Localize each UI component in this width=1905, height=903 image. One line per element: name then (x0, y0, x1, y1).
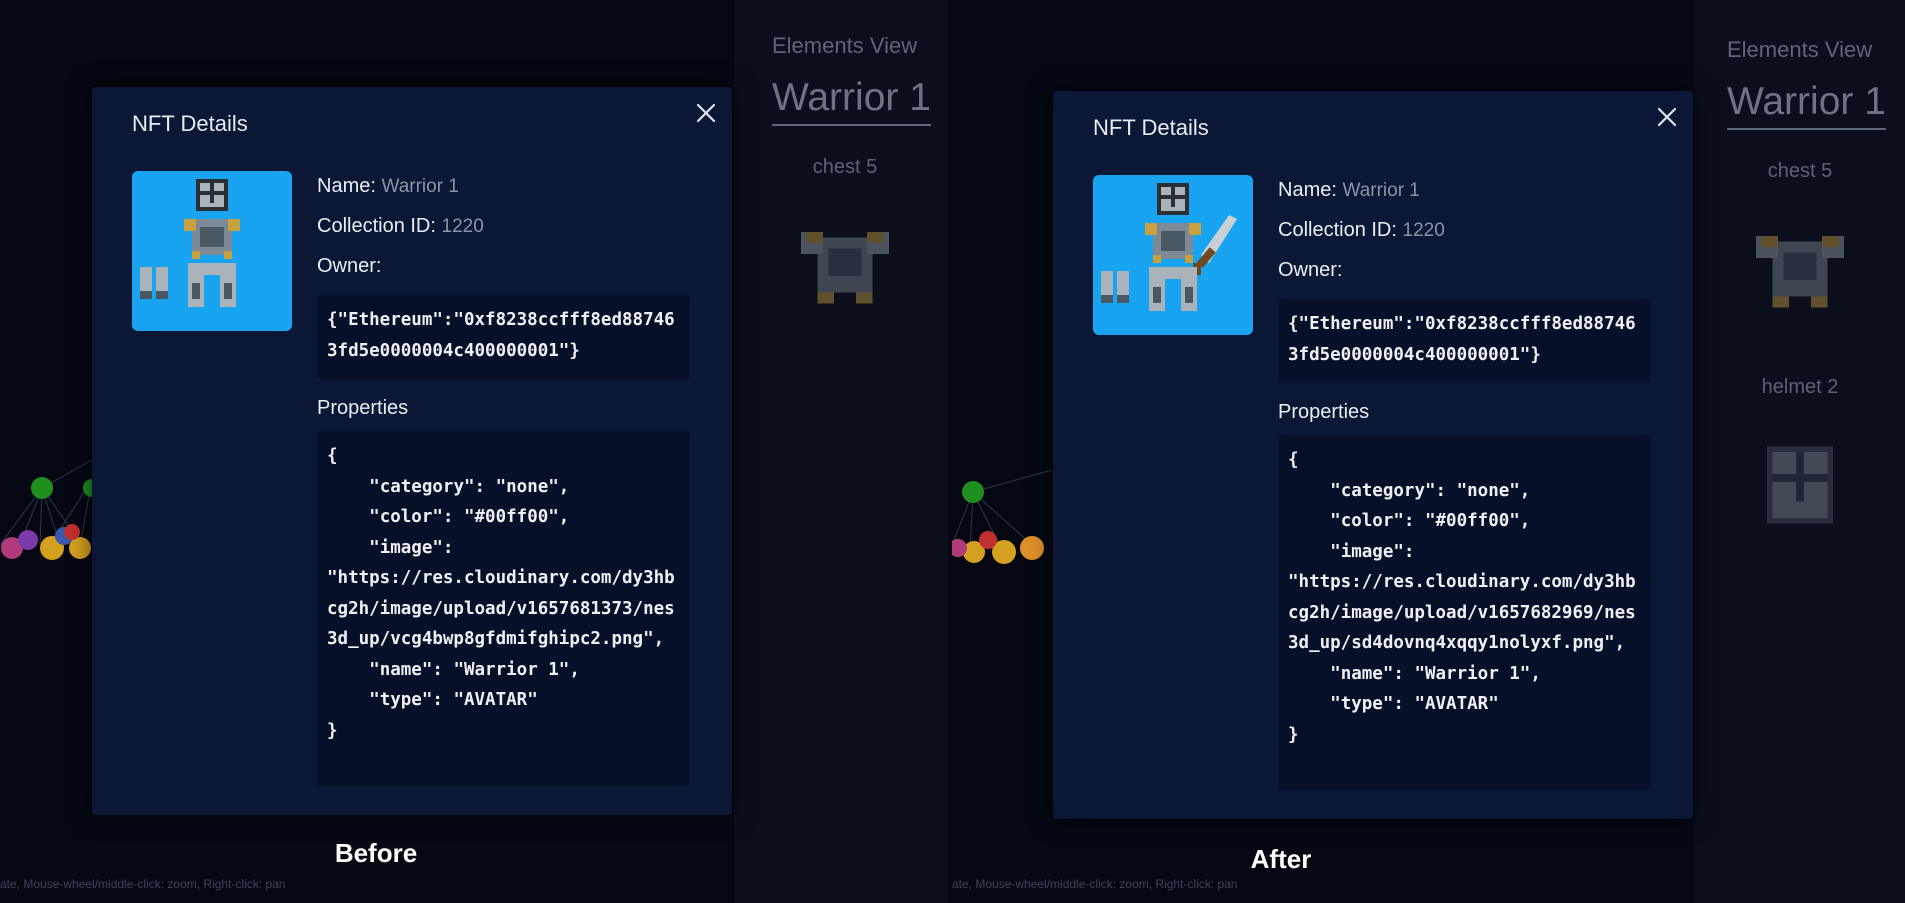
nft-image (1093, 175, 1253, 335)
close-icon (1657, 107, 1677, 127)
elements-view-title: Elements View (1727, 37, 1873, 62)
graph-hint: ate, Mouse-wheel/middle-click: zoom, Rig… (0, 877, 286, 891)
name-value: Warrior 1 (381, 176, 459, 197)
before-caption: Before (334, 838, 418, 868)
collection-value: 1220 (441, 216, 484, 237)
elements-view-name: Warrior 1 (772, 76, 931, 126)
element-label-chest: chest 5 (812, 156, 878, 178)
elements-view-title: Elements View (772, 33, 918, 58)
properties-value: { "category": "none", "color": "#00ff00"… (1278, 435, 1651, 790)
properties-label: Properties (1278, 401, 1370, 423)
armor-avatar-icon (140, 179, 240, 307)
nft-info: Name: Warrior 1 Collection ID: 1220 Owne… (317, 171, 690, 786)
after-caption: After (1250, 844, 1312, 874)
modal-title: NFT Details (132, 111, 248, 136)
properties-label: Properties (317, 397, 409, 419)
name-label: Name: (1278, 179, 1337, 201)
before-panel: ate, Mouse-wheel/middle-click: zoom, Rig… (0, 0, 952, 903)
owner-label: Owner: (1278, 259, 1343, 281)
collection-label: Collection ID: (1278, 219, 1397, 241)
chest-armor-icon[interactable] (1745, 214, 1855, 324)
element-label-chest: chest 5 (1767, 160, 1833, 182)
properties-value: { "category": "none", "color": "#00ff00"… (317, 431, 690, 786)
name-label: Name: (317, 175, 376, 197)
owner-value: {"Ethereum":"0xf8238ccfff8ed887463fd5e00… (317, 295, 690, 379)
collection-label: Collection ID: (317, 215, 436, 237)
modal-title: NFT Details (1093, 115, 1209, 140)
element-label-helmet: helmet 2 (1761, 376, 1839, 398)
nft-details-modal: NFT Details Name: Warrior 1 Collection I… (92, 87, 732, 815)
nft-image (132, 171, 292, 331)
after-panel: ate, Mouse-wheel/middle-click: zoom, Rig… (952, 0, 1905, 903)
name-row: Name: Warrior 1 (317, 171, 690, 211)
nft-info: Name: Warrior 1 Collection ID: 1220 Owne… (1278, 175, 1651, 790)
elements-view-panel: Elements View Warrior 1 chest 5 helmet 2 (1695, 0, 1905, 903)
close-button[interactable] (688, 95, 724, 131)
chest-armor-icon[interactable] (790, 210, 900, 320)
nft-details-modal: NFT Details Name: Warrior 1 Collection I… (1053, 91, 1693, 819)
armor-avatar-icon (1101, 183, 1237, 311)
name-row: Name: Warrior 1 (1278, 175, 1651, 215)
collection-row: Collection ID: 1220 (317, 211, 690, 251)
owner-value: {"Ethereum":"0xf8238ccfff8ed887463fd5e00… (1278, 299, 1651, 383)
owner-label: Owner: (317, 255, 382, 277)
graph-hint: ate, Mouse-wheel/middle-click: zoom, Rig… (952, 877, 1238, 891)
close-icon (696, 103, 716, 123)
elements-view-name: Warrior 1 (1727, 80, 1886, 130)
close-button[interactable] (1649, 99, 1685, 135)
collection-value: 1220 (1402, 220, 1445, 241)
collection-row: Collection ID: 1220 (1278, 215, 1651, 255)
elements-view-panel: Elements View Warrior 1 chest 5 (734, 0, 948, 903)
helmet-icon[interactable] (1745, 430, 1855, 540)
name-value: Warrior 1 (1342, 180, 1420, 201)
